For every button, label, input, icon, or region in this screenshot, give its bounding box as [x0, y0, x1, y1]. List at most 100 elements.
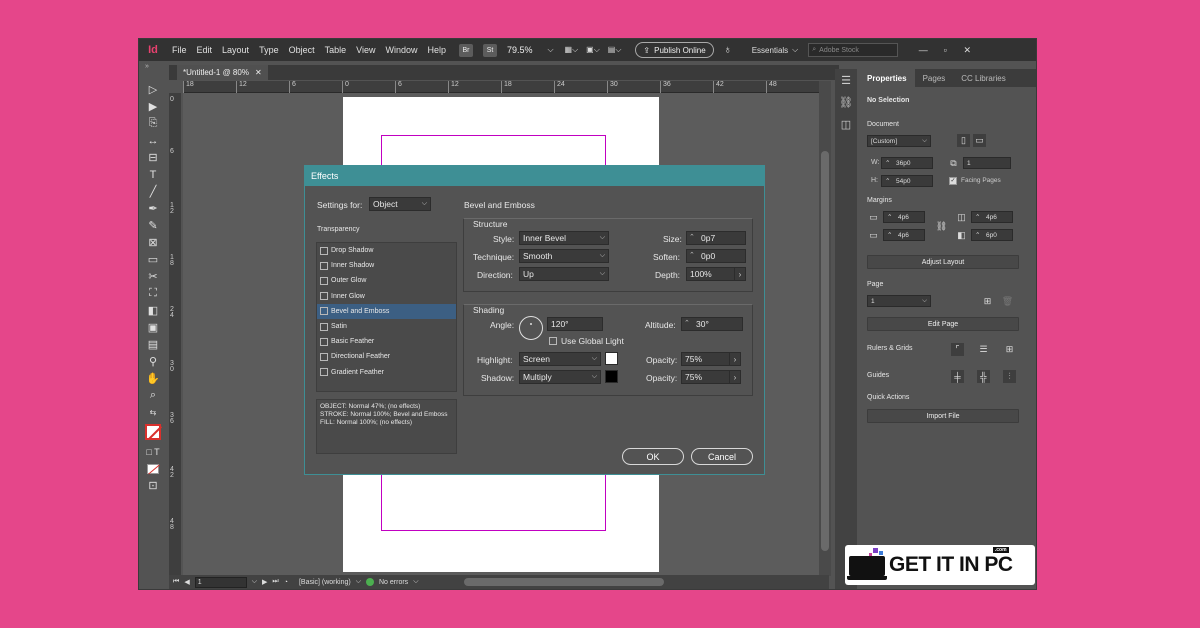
tab-pages[interactable]: Pages — [915, 69, 954, 87]
margin-top-input[interactable]: ⌃ 4p6 — [883, 211, 925, 223]
page-number-field[interactable]: 1 — [194, 576, 247, 588]
trash-icon[interactable]: 🗑 — [1001, 295, 1014, 308]
list-item-directional-feather[interactable]: Directional Feather — [317, 349, 456, 364]
checkbox[interactable] — [320, 307, 328, 316]
checkbox[interactable] — [320, 261, 328, 270]
formatting-affects-text-icon[interactable]: □ T — [139, 443, 167, 460]
gap-tool-icon[interactable]: ↔ — [139, 132, 167, 149]
menu-help[interactable]: Help — [422, 45, 451, 55]
angle-input[interactable]: 120° — [547, 317, 603, 331]
import-file-button[interactable]: Import File — [867, 409, 1019, 423]
checkbox[interactable] — [320, 368, 328, 377]
links-panel-icon[interactable]: ⛓ — [835, 91, 857, 113]
screen-mode-tool-icon[interactable]: ⊡ — [139, 477, 167, 494]
highlight-color-swatch[interactable] — [605, 352, 618, 365]
list-item-gradient-feather[interactable]: Gradient Feather — [317, 365, 456, 380]
margin-outside-input[interactable]: ⌃ 6p0 — [971, 229, 1013, 241]
menu-file[interactable]: File — [167, 45, 192, 55]
eyedropper-tool-icon[interactable]: ⚲ — [139, 353, 167, 370]
depth-input[interactable]: 100% › — [686, 267, 746, 281]
document-preset-select[interactable]: [Custom] ⌵ — [867, 135, 931, 147]
hand-tool-icon[interactable]: ✋ — [139, 370, 167, 387]
preflight-chevron-down-icon[interactable]: ⌵ — [413, 578, 418, 586]
height-input[interactable]: ⌃ 54p0 — [881, 175, 933, 187]
vertical-scroll-thumb[interactable] — [821, 151, 829, 551]
close-button[interactable]: ✕ — [956, 43, 978, 57]
show-guides-icon[interactable]: ╪ — [951, 370, 964, 383]
publish-online-button[interactable]: ⇪ Publish Online — [635, 42, 714, 58]
smart-guides-icon[interactable]: ⫶ — [1003, 370, 1016, 383]
stock-button[interactable]: St — [481, 42, 499, 58]
layers-panel-icon[interactable]: ◫ — [835, 113, 857, 135]
direction-select[interactable]: Up ⌵ — [519, 267, 609, 281]
checkbox[interactable] — [320, 337, 328, 346]
workspace-switcher[interactable]: Essentials ⌵ — [750, 42, 801, 58]
lightbulb-icon[interactable]: ♁ — [720, 42, 736, 58]
menu-table[interactable]: Table — [320, 45, 352, 55]
baseline-grid-icon[interactable]: ☰ — [977, 343, 990, 356]
pages-count-input[interactable]: 1 — [963, 157, 1011, 169]
zoom-level[interactable]: 79.5% — [505, 42, 535, 58]
profile-chevron-down-icon[interactable]: ⌵ — [356, 578, 361, 586]
page-chevron-down-icon[interactable]: ⌵ — [252, 578, 257, 586]
lock-guides-icon[interactable]: ╬ — [977, 370, 990, 383]
ok-button[interactable]: OK — [622, 448, 684, 465]
menu-layout[interactable]: Layout — [217, 45, 254, 55]
list-item-bevel-and-emboss[interactable]: Bevel and Emboss — [317, 303, 456, 319]
cancel-button[interactable]: Cancel — [691, 448, 753, 465]
checkbox[interactable] — [320, 276, 328, 285]
chevron-right-icon[interactable]: › — [734, 268, 745, 280]
list-item-inner-glow[interactable]: Inner Glow — [317, 289, 456, 304]
technique-select[interactable]: Smooth ⌵ — [519, 249, 609, 263]
zoom-chevron-down-icon[interactable]: ⌵ — [543, 42, 559, 58]
tab-cc-libraries[interactable]: CC Libraries — [953, 69, 1013, 87]
close-tab-icon[interactable]: ✕ — [255, 68, 262, 77]
tab-properties[interactable]: Properties — [859, 69, 915, 87]
shadow-opacity-input[interactable]: 75% › — [681, 370, 741, 384]
list-item-satin[interactable]: Satin — [317, 319, 456, 334]
list-item-inner-shadow[interactable]: Inner Shadow — [317, 258, 456, 273]
direct-selection-tool-icon[interactable]: ▶ — [139, 98, 167, 115]
adjust-layout-button[interactable]: Adjust Layout — [867, 255, 1019, 269]
global-light-checkbox[interactable] — [549, 337, 557, 345]
new-page-icon[interactable]: ⊞ — [981, 295, 994, 308]
checkbox[interactable] — [320, 246, 328, 255]
chevron-right-icon[interactable]: › — [729, 353, 740, 365]
line-tool-icon[interactable]: ╱ — [139, 183, 167, 200]
scissors-tool-icon[interactable]: ✂ — [139, 268, 167, 285]
open-document-icon[interactable]: ◔ — [284, 579, 288, 586]
next-page-icon[interactable]: ▶ — [262, 578, 267, 586]
screen-mode-icon[interactable]: ▣⌵ — [584, 42, 602, 58]
portrait-orientation-icon[interactable]: ▯ — [957, 134, 970, 147]
stock-search-input[interactable]: ⌕ Adobe Stock — [808, 43, 899, 57]
gradient-swatch-tool-icon[interactable]: ◧ — [139, 302, 167, 319]
page-tool-icon[interactable]: ⎘ — [139, 115, 167, 132]
margin-inside-input[interactable]: ⌃ 4p6 — [971, 211, 1013, 223]
menu-edit[interactable]: Edit — [192, 45, 218, 55]
preflight-profile[interactable]: [Basic] (working) — [299, 579, 351, 586]
previous-page-icon[interactable]: ◀ — [184, 578, 189, 586]
last-page-icon[interactable]: ⏭ — [272, 578, 278, 586]
gradient-feather-tool-icon[interactable]: ▣ — [139, 319, 167, 336]
soften-input[interactable]: ⌃ 0p0 — [686, 249, 746, 263]
first-page-icon[interactable]: ⏮ — [173, 578, 179, 586]
checkbox[interactable] — [320, 322, 328, 331]
horizontal-scroll-thumb[interactable] — [463, 578, 664, 586]
highlight-mode-select[interactable]: Screen ⌵ — [519, 352, 601, 366]
link-margins-icon[interactable]: ⛓ — [935, 220, 948, 233]
settings-for-select[interactable]: Object ⌵ — [369, 197, 431, 211]
checkbox[interactable] — [320, 352, 328, 361]
maximize-button[interactable]: ▫ — [934, 43, 956, 57]
landscape-orientation-icon[interactable]: ▭ — [973, 134, 986, 147]
vertical-scrollbar[interactable] — [819, 81, 831, 576]
type-tool-icon[interactable]: T — [139, 166, 167, 183]
page-select[interactable]: 1 ⌵ — [867, 295, 931, 307]
panel-menu-icon[interactable]: ☰ — [835, 69, 857, 91]
list-item-basic-feather[interactable]: Basic Feather — [317, 334, 456, 349]
view-options-icon[interactable]: ▦⌵ — [563, 42, 581, 58]
swap-colors-icon[interactable]: ⇆ — [139, 404, 167, 421]
menu-object[interactable]: Object — [284, 45, 320, 55]
style-select[interactable]: Inner Bevel ⌵ — [519, 231, 609, 245]
altitude-input[interactable]: ⌃ 30° — [681, 317, 743, 331]
collapse-toolbar-icon[interactable]: » — [145, 63, 149, 70]
